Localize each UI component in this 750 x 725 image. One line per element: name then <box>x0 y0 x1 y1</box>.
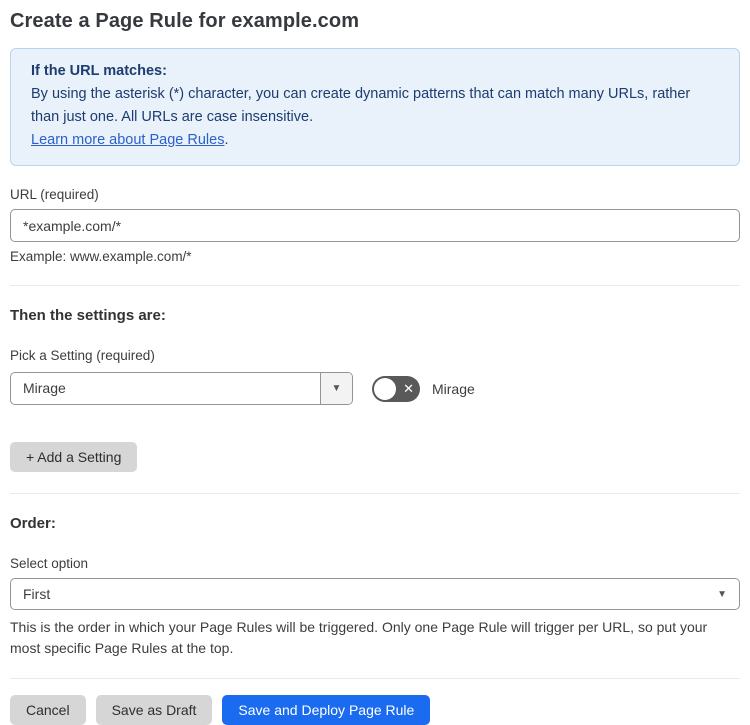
url-field-helper: Example: www.example.com/* <box>10 249 192 264</box>
save-as-draft-button[interactable]: Save as Draft <box>95 695 213 725</box>
page-title: Create a Page Rule for example.com <box>10 10 360 32</box>
url-field-label: URL (required) <box>10 187 99 202</box>
save-and-deploy-button[interactable]: Save and Deploy Page Rule <box>222 695 431 725</box>
url-input[interactable] <box>10 209 740 242</box>
divider <box>10 285 740 286</box>
toggle-label: Mirage <box>432 380 475 397</box>
url-match-info-box: If the URL matches: By using the asteris… <box>10 48 740 166</box>
info-box-link-line: Learn more about Page Rules. <box>31 129 719 152</box>
caret-down-icon: ▼ <box>331 383 342 394</box>
info-box-heading: If the URL matches: <box>31 63 167 79</box>
cancel-button[interactable]: Cancel <box>10 695 86 725</box>
settings-section-heading: Then the settings are: <box>10 307 166 324</box>
toggle-off-x-icon: ✕ <box>403 380 414 396</box>
divider <box>10 678 740 679</box>
add-setting-button[interactable]: + Add a Setting <box>10 442 138 472</box>
info-box-body: By using the asterisk (*) character, you… <box>31 86 691 125</box>
page-rule-form: Create a Page Rule for example.com If th… <box>0 0 750 725</box>
order-section-heading: Order: <box>10 515 56 532</box>
order-helper-text: This is the order in which your Page Rul… <box>10 619 708 656</box>
setting-dropdown-button[interactable]: ▼ <box>320 373 352 404</box>
mirage-toggle[interactable]: ✕ <box>372 375 420 402</box>
setting-dropdown-value: Mirage <box>23 380 66 396</box>
learn-more-link[interactable]: Learn more about Page Rules <box>31 132 224 148</box>
order-select-value: First <box>23 586 51 602</box>
order-select-label: Select option <box>10 556 89 571</box>
caret-down-icon: ▼ <box>717 588 727 600</box>
toggle-knob <box>374 377 396 400</box>
link-suffix: . <box>224 132 229 148</box>
setting-dropdown[interactable]: Mirage ▼ <box>10 372 353 405</box>
divider <box>10 493 740 494</box>
footer-button-row: Cancel Save as Draft Save and Deploy Pag… <box>10 695 740 725</box>
setting-row: Mirage ▼ ✕ Mirage <box>10 372 740 405</box>
order-select[interactable]: First ▼ <box>10 578 740 610</box>
pick-setting-label: Pick a Setting (required) <box>10 348 155 363</box>
